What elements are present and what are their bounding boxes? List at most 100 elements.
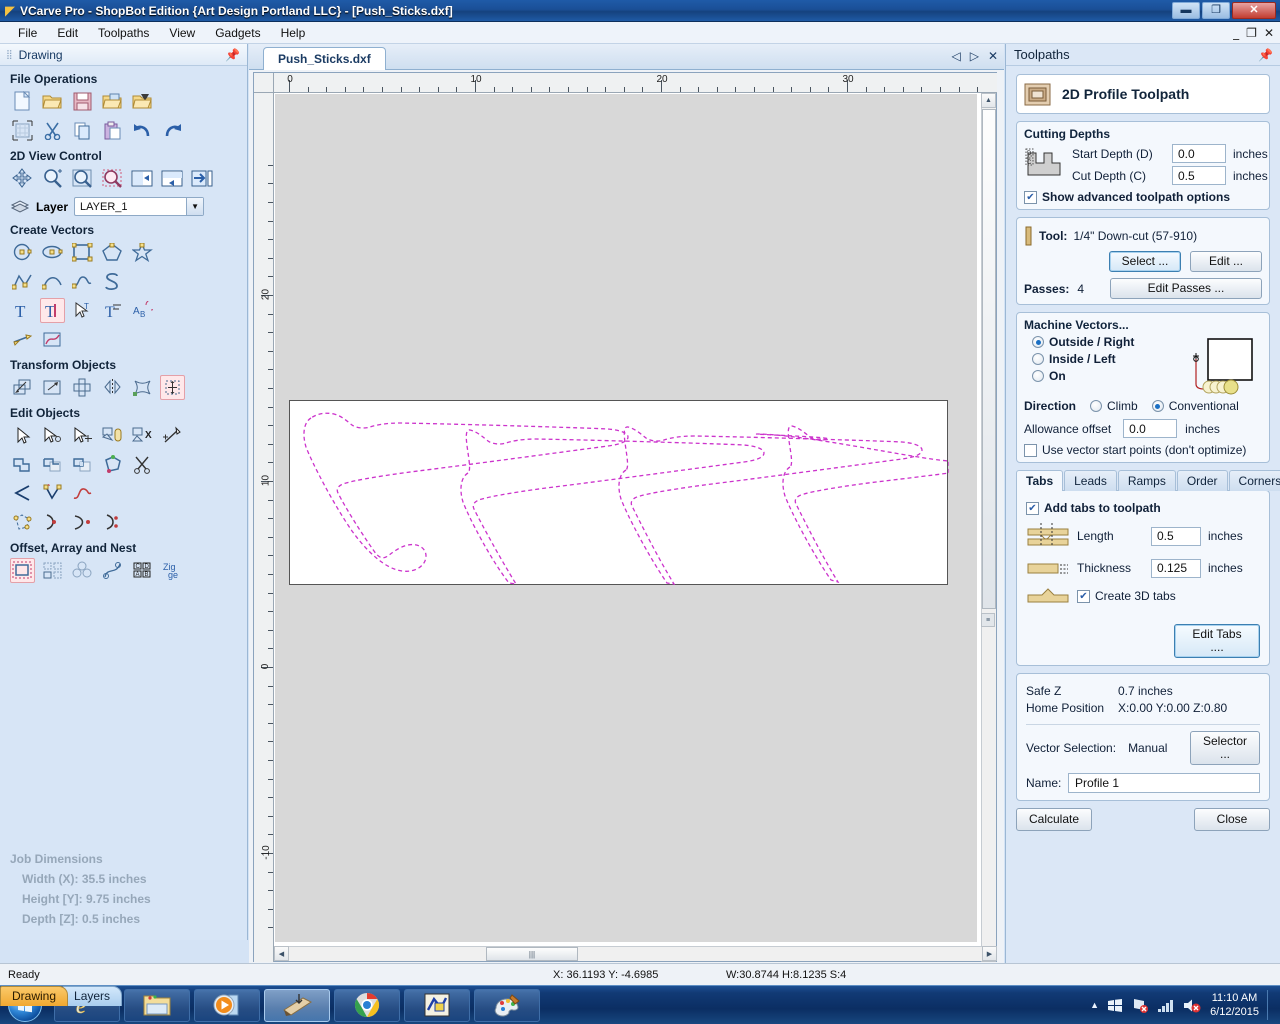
block-copy-icon[interactable]: [40, 558, 65, 583]
radio-outside-right[interactable]: [1032, 336, 1044, 348]
close-document-icon[interactable]: ✕: [988, 49, 998, 63]
prev-document-icon[interactable]: ◁: [951, 49, 960, 63]
plate-layout-icon[interactable]: CDAB: [130, 558, 155, 583]
open-file-icon[interactable]: [40, 89, 65, 114]
split-vector-icon[interactable]: [100, 510, 125, 535]
restore-button[interactable]: ❐: [1202, 2, 1230, 19]
center-in-job-icon[interactable]: [160, 375, 185, 400]
taskbar-vcarve-pro[interactable]: [264, 988, 330, 1022]
vertical-scrollbar[interactable]: ▲ ≡ ▼: [981, 93, 996, 962]
menu-help[interactable]: Help: [271, 24, 316, 42]
zoom-interactive-icon[interactable]: [40, 166, 65, 191]
tab-leads[interactable]: Leads: [1064, 470, 1117, 491]
minimize-button[interactable]: ▬: [1172, 2, 1200, 19]
fillet-icon[interactable]: [10, 481, 35, 506]
use-start-points-row[interactable]: Use vector start points (don't optimize): [1024, 443, 1262, 457]
option-on[interactable]: On: [1024, 369, 1190, 383]
horizontal-scroll-thumb[interactable]: |||: [486, 947, 578, 961]
draw-polyline-icon[interactable]: [10, 269, 35, 294]
vertical-scroll-thumb[interactable]: [982, 109, 996, 609]
save-file-icon[interactable]: [70, 89, 95, 114]
mdi-minimize-button[interactable]: _: [1233, 26, 1239, 40]
start-depth-input[interactable]: 0.0: [1172, 144, 1226, 163]
text-selection-icon[interactable]: T: [70, 298, 95, 323]
pin-icon[interactable]: 📌: [225, 48, 240, 62]
menu-edit[interactable]: Edit: [47, 24, 88, 42]
tab-corners[interactable]: Corners: [1228, 470, 1280, 491]
edit-tool-button[interactable]: Edit ...: [1190, 251, 1262, 272]
cut-depth-input[interactable]: 0.5: [1172, 166, 1226, 185]
draw-circle-icon[interactable]: [10, 240, 35, 265]
calculate-button[interactable]: Calculate: [1016, 808, 1092, 831]
menu-toolpaths[interactable]: Toolpaths: [88, 24, 159, 42]
chevron-up-icon[interactable]: ▲: [1090, 1000, 1099, 1010]
pan-icon[interactable]: [10, 166, 35, 191]
copy-along-curve-icon[interactable]: [100, 558, 125, 583]
edit-tabs-button[interactable]: Edit Tabs ....: [1174, 624, 1260, 658]
advanced-options-row[interactable]: ✔ Show advanced toolpath options: [1024, 190, 1262, 204]
text-on-curve-icon[interactable]: T: [100, 298, 125, 323]
scroll-right-icon[interactable]: ▶: [982, 946, 997, 961]
offset-corner-icon[interactable]: [40, 510, 65, 535]
select-tool-button[interactable]: Select ...: [1109, 251, 1181, 272]
option-outside-right[interactable]: Outside / Right: [1024, 335, 1190, 349]
edit-passes-button[interactable]: Edit Passes ...: [1110, 278, 1262, 299]
clock[interactable]: 11:10 AM 6/12/2015: [1210, 991, 1259, 1019]
toolpath-name-input[interactable]: Profile 1: [1068, 773, 1260, 793]
cut-icon[interactable]: [40, 118, 65, 143]
job-setup-icon[interactable]: [10, 118, 35, 143]
measure-icon[interactable]: [160, 423, 185, 448]
align-objects-icon[interactable]: [70, 375, 95, 400]
rotate-copy-icon[interactable]: [70, 558, 95, 583]
move-objects-icon[interactable]: [10, 375, 35, 400]
node-edit-icon[interactable]: [40, 423, 65, 448]
add-tabs-checkbox[interactable]: ✔: [1026, 501, 1039, 515]
export-file-icon[interactable]: [130, 89, 155, 114]
close-vector-icon[interactable]: [10, 510, 35, 535]
zoom-extents-icon[interactable]: [70, 166, 95, 191]
smooth-node-icon[interactable]: [70, 510, 95, 535]
tab-tabs[interactable]: Tabs: [1016, 470, 1064, 491]
tab-length-input[interactable]: 0.5: [1151, 526, 1201, 546]
edit-text-icon[interactable]: T: [40, 298, 65, 323]
signal-bars-icon[interactable]: [1157, 998, 1175, 1013]
tab-layers[interactable]: Layers: [62, 986, 123, 1006]
ungroup-objects-icon[interactable]: X: [130, 423, 155, 448]
pin-icon[interactable]: 📌: [1258, 48, 1273, 62]
scale-objects-icon[interactable]: [40, 375, 65, 400]
import-file-icon[interactable]: [100, 89, 125, 114]
taskbar-media-player[interactable]: [194, 988, 260, 1022]
draw-dimension-icon[interactable]: [10, 327, 35, 352]
next-document-icon[interactable]: ▷: [970, 49, 979, 63]
taskbar-file-explorer[interactable]: [124, 988, 190, 1022]
create-fillet-icon[interactable]: [40, 481, 65, 506]
scroll-split-handle[interactable]: ≡: [981, 613, 995, 627]
zoom-selected-icon[interactable]: [100, 166, 125, 191]
paste-icon[interactable]: [100, 118, 125, 143]
toggle-2d3d-icon[interactable]: [130, 166, 155, 191]
undo-icon[interactable]: [130, 118, 155, 143]
intersect-vectors-icon[interactable]: [70, 452, 95, 477]
distort-objects-icon[interactable]: [130, 375, 155, 400]
mdi-close-button[interactable]: ✕: [1264, 26, 1274, 40]
radio-climb[interactable]: [1090, 400, 1103, 412]
taskbar-google-chrome[interactable]: [334, 988, 400, 1022]
draw-polygon-icon[interactable]: [100, 240, 125, 265]
tab-drawing[interactable]: Drawing: [0, 986, 69, 1006]
advanced-options-checkbox[interactable]: ✔: [1024, 190, 1037, 204]
close-button[interactable]: ✕: [1232, 2, 1276, 19]
allowance-offset-input[interactable]: 0.0: [1123, 419, 1178, 438]
draw-curve-icon[interactable]: [70, 269, 95, 294]
document-tab-push-sticks[interactable]: Push_Sticks.dxf: [263, 47, 386, 70]
menu-gadgets[interactable]: Gadgets: [205, 24, 270, 42]
tab-order[interactable]: Order: [1176, 470, 1228, 491]
mdi-restore-button[interactable]: ❐: [1246, 26, 1257, 40]
draw-rectangle-icon[interactable]: [70, 240, 95, 265]
network-disconnected-icon[interactable]: [1132, 998, 1149, 1013]
join-vectors-icon[interactable]: [100, 452, 125, 477]
draw-arc-icon[interactable]: [40, 269, 65, 294]
mirror-objects-icon[interactable]: [100, 375, 125, 400]
open-close-panel-icon[interactable]: [190, 166, 215, 191]
horizontal-scrollbar[interactable]: ◀ ||| ▶: [274, 946, 997, 961]
menu-view[interactable]: View: [159, 24, 205, 42]
